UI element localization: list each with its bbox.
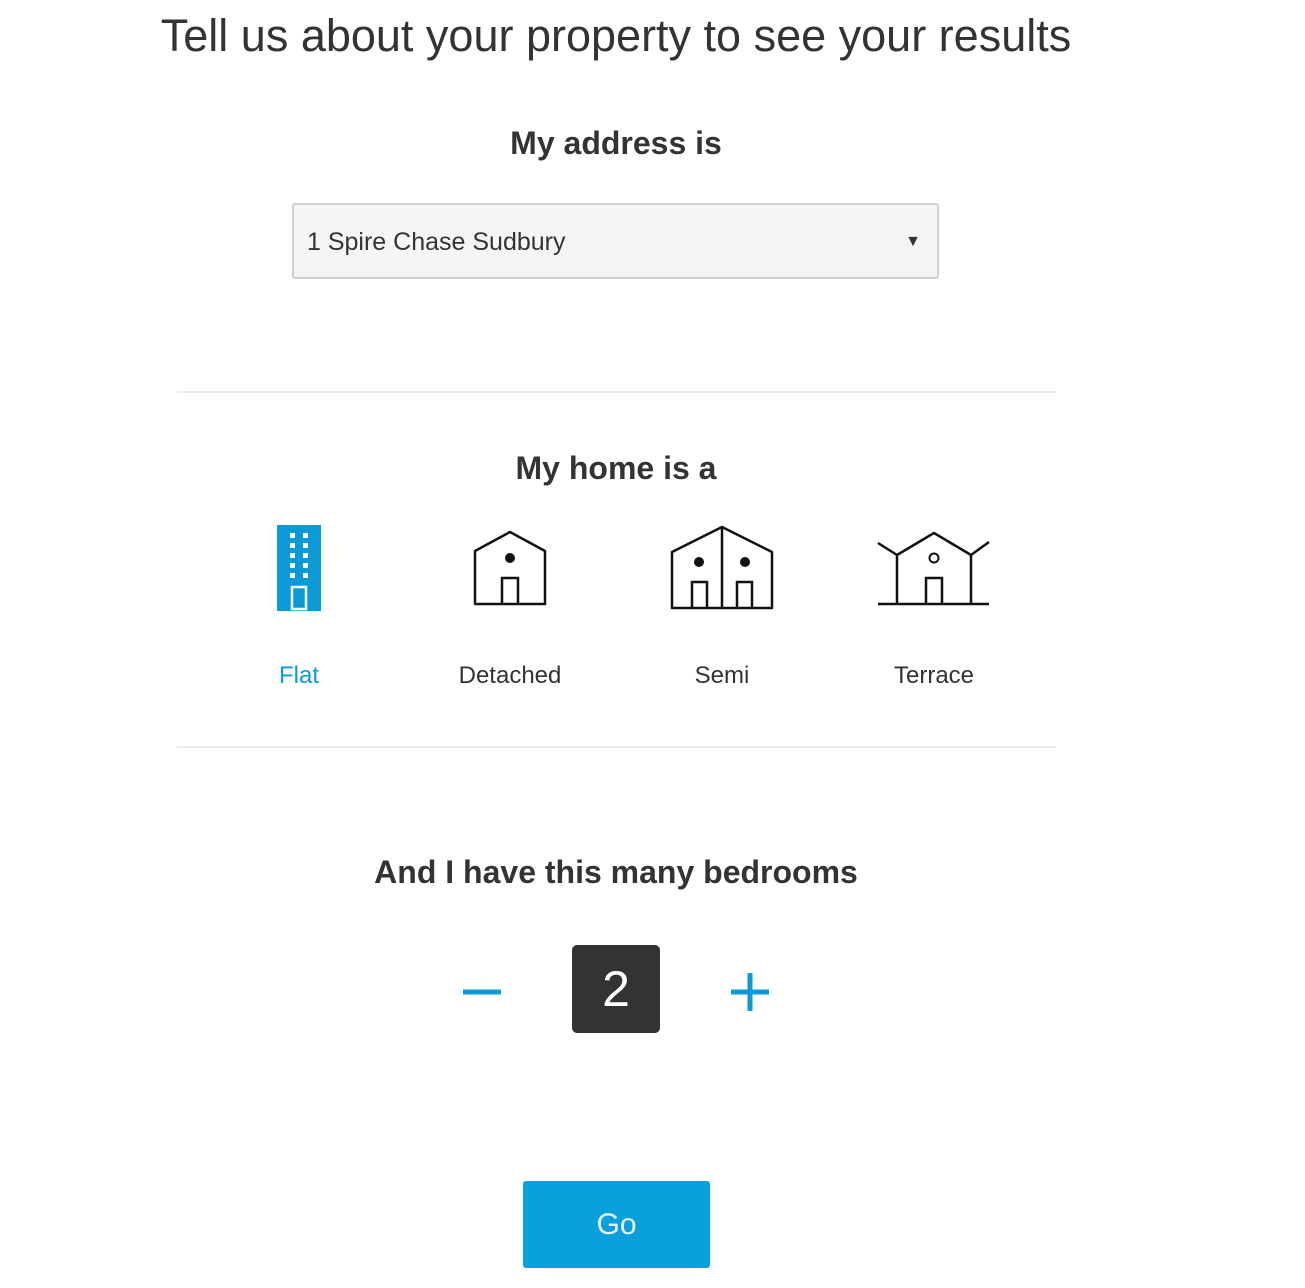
page-title: Tell us about your property to see your … [160,10,1072,61]
detached-house-icon [410,515,610,625]
bedrooms-heading: And I have this many bedrooms [374,854,858,890]
home-type-heading: My home is a [515,450,717,486]
address-heading: My address is [510,125,722,161]
bedroom-count: 2 [572,945,660,1033]
plus-icon [731,973,769,1011]
address-select-value: 1 Spire Chase Sudbury [307,228,566,256]
home-option-label: Flat [278,662,319,689]
go-button[interactable]: Go [523,1181,710,1268]
home-option-terrace[interactable]: Terrace [834,515,1034,700]
home-option-detached[interactable]: Detached [410,515,610,700]
chevron-down-icon: ▼ [905,233,921,250]
home-option-label: Terrace [893,662,975,689]
minus-icon [463,989,501,995]
property-form-page: Tell us about your property to see your … [0,0,1305,1288]
divider [177,391,1056,393]
decrease-bedrooms-button[interactable] [442,948,522,1032]
increase-bedrooms-button[interactable] [710,948,790,1032]
divider [177,746,1056,748]
home-option-label: Detached [458,662,562,689]
home-option-flat[interactable]: Flat [199,515,399,700]
home-option-label: Semi [694,662,750,689]
address-select[interactable]: 1 Spire Chase Sudbury ▼ [292,203,939,279]
semi-detached-house-icon [622,515,822,625]
terrace-house-icon [834,515,1034,625]
flat-building-icon [199,515,399,625]
home-option-semi[interactable]: Semi [622,515,822,700]
